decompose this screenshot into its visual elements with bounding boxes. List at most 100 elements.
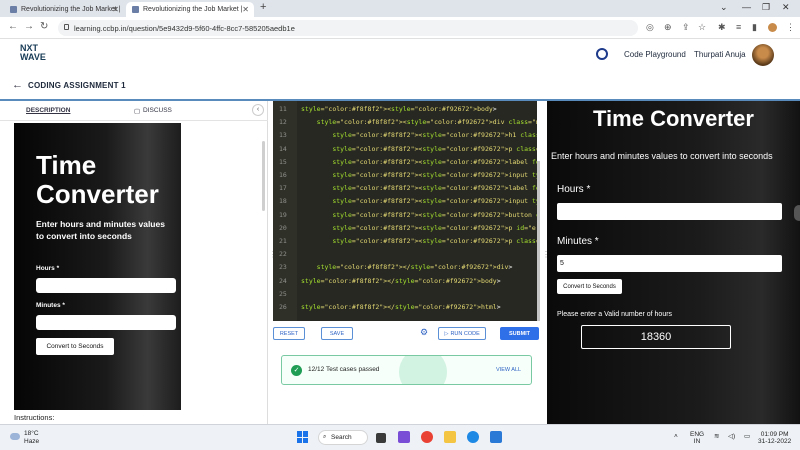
preview-minutes-input: [36, 315, 176, 330]
code-text: style="color:#f8f8f2"><style="color:#f92…: [332, 157, 537, 166]
google-lens-icon[interactable]: ◎: [646, 22, 654, 33]
browser-tab-active[interactable]: Revolutionizing the Job Market | ✕: [126, 2, 254, 17]
edge-icon[interactable]: [467, 431, 479, 443]
minutes-input[interactable]: 5: [557, 255, 782, 272]
tab-title: Revolutionizing the Job Market |: [21, 6, 121, 13]
teams-icon[interactable]: [398, 431, 410, 443]
extensions-icon[interactable]: ✱: [718, 22, 726, 33]
wifi-icon[interactable]: ≋: [714, 433, 719, 440]
site-header: NXT WAVE Code Playground Thurpati Anuja: [0, 39, 800, 71]
reload-icon[interactable]: ↻: [40, 21, 48, 32]
browser-tab[interactable]: Revolutionizing the Job Market | ✕: [4, 2, 124, 17]
windows-start-icon[interactable]: [297, 431, 309, 443]
tab-description[interactable]: DESCRIPTION: [26, 107, 70, 114]
back-icon[interactable]: ←: [8, 21, 18, 32]
share-icon[interactable]: ⇪: [682, 22, 690, 33]
forward-icon[interactable]: →: [24, 21, 34, 32]
assignment-bar: ← CODING ASSIGNMENT 1: [0, 71, 800, 101]
editor-column: 11 style="color:#f8f8f2"><style="color:#f…: [273, 101, 541, 424]
scrollbar[interactable]: [537, 161, 540, 321]
logo-bottom: WAVE: [20, 52, 46, 62]
code-line[interactable]: 22: [273, 250, 537, 262]
close-icon[interactable]: ✕: [112, 5, 119, 14]
code-line[interactable]: 13 style="color:#f8f8f2"><style="color:#…: [273, 131, 537, 143]
collapse-icon[interactable]: ‹: [252, 104, 264, 116]
code-editor[interactable]: 11 style="color:#f8f8f2"><style="color:#f…: [273, 101, 537, 321]
store-icon[interactable]: [490, 431, 502, 443]
code-line[interactable]: 23 style="color:#f8f8f2"></style="color:…: [273, 263, 537, 275]
run-code-button[interactable]: ▷ RUN CODE: [438, 327, 486, 340]
code-text: style="color:#f8f8f2"><style="color:#f92…: [332, 223, 537, 232]
submit-button[interactable]: SUBMIT: [500, 327, 539, 340]
zoom-icon[interactable]: ⊕: [664, 22, 672, 33]
close-icon[interactable]: ✕: [242, 5, 249, 14]
line-number: 12: [279, 118, 287, 127]
code-line[interactable]: 20 style="color:#f8f8f2"><style="color:#…: [273, 224, 537, 236]
scrollbar[interactable]: [262, 141, 265, 211]
code-line[interactable]: 18 style="color:#f8f8f2"><style="color:#…: [273, 197, 537, 209]
taskbar-search[interactable]: ⌕ Search: [318, 430, 368, 445]
code-line[interactable]: 26 style="color:#f8f8f2"></style="color:#…: [273, 303, 537, 315]
battery-icon[interactable]: ▭: [744, 433, 750, 440]
back-arrow-icon[interactable]: ←: [12, 79, 23, 91]
line-number: 16: [279, 171, 287, 179]
assignment-title: CODING ASSIGNMENT 1: [28, 81, 126, 90]
user-name[interactable]: Thurpati Anuja: [694, 50, 746, 59]
code-line[interactable]: 14 style="color:#f8f8f2"><style="color:#…: [273, 145, 537, 157]
chevron-up-icon[interactable]: ˄: [674, 433, 678, 440]
tab-discuss[interactable]: DISCUSS: [143, 107, 172, 114]
file-explorer-icon[interactable]: [444, 431, 456, 443]
hours-input[interactable]: [557, 203, 782, 220]
code-line[interactable]: 24 style="color:#f8f8f2"></style="color:#…: [273, 277, 537, 289]
maximize-icon[interactable]: ❐: [762, 2, 770, 13]
line-number: 13: [279, 131, 287, 140]
preview-heading: Time Converter: [36, 150, 159, 209]
code-line[interactable]: 12 style="color:#f8f8f2"><style="color:#…: [273, 118, 537, 130]
code-line[interactable]: 16 style="color:#f8f8f2"><style="color:#…: [273, 171, 537, 183]
minimize-icon[interactable]: —: [742, 2, 751, 12]
code-line[interactable]: 17 style="color:#f8f8f2"><style="color:#…: [273, 184, 537, 196]
code-playground-link[interactable]: Code Playground: [624, 50, 686, 59]
preview-para: Enter hours and minutes values to conver…: [36, 219, 165, 241]
chevron-down-icon[interactable]: ⌄: [720, 2, 728, 13]
chrome-icon[interactable]: [421, 431, 433, 443]
side-panel-icon[interactable]: ▮: [752, 22, 757, 33]
convert-button[interactable]: Convert to Seconds: [557, 279, 622, 294]
view-all-link[interactable]: VIEW ALL: [496, 367, 521, 373]
success-watermark-icon: [399, 356, 447, 384]
code-line[interactable]: 19 style="color:#f8f8f2"><style="color:#…: [273, 211, 537, 223]
error-message: Please enter a Valid number of hours: [557, 311, 673, 318]
star-icon[interactable]: ☆: [698, 22, 706, 33]
language-indicator[interactable]: ENG IN: [690, 431, 704, 445]
haze-icon: [10, 433, 20, 440]
line-number: 24: [279, 276, 287, 285]
close-window-icon[interactable]: ✕: [782, 2, 790, 13]
run-code-label: RUN CODE: [450, 330, 480, 337]
line-number: 14: [279, 144, 287, 153]
discuss-icon: ▢: [134, 108, 141, 115]
line-number: 25: [279, 289, 287, 298]
save-button[interactable]: SAVE: [321, 327, 353, 340]
task-view-icon[interactable]: [376, 433, 386, 443]
output-heading: Time Converter: [593, 106, 754, 131]
code-text: style="color:#f8f8f2"><style="color:#f92…: [332, 197, 537, 206]
profile-icon[interactable]: [768, 23, 777, 32]
code-line[interactable]: 25: [273, 290, 537, 302]
gear-icon[interactable]: ⚙: [420, 327, 428, 338]
code-line[interactable]: 21 style="color:#f8f8f2"><style="color:#…: [273, 237, 537, 249]
side-panel-toggle[interactable]: [794, 205, 800, 221]
nxtwave-logo[interactable]: NXT WAVE: [20, 44, 46, 62]
code-line[interactable]: 11 style="color:#f8f8f2"><style="color:#f…: [273, 105, 537, 117]
new-tab-icon[interactable]: +: [260, 1, 266, 13]
clock-time: 01:09 PM: [760, 431, 789, 438]
url-input[interactable]: learning.ccbp.in/question/5e9432d9-5f60-…: [58, 20, 638, 36]
reset-button[interactable]: RESET: [273, 327, 305, 340]
line-number: 11: [279, 105, 287, 113]
volume-icon[interactable]: ◁): [728, 433, 735, 440]
playground-icon[interactable]: [596, 48, 608, 60]
menu-dots-icon[interactable]: ⋮: [786, 22, 795, 33]
reading-list-icon[interactable]: ≡: [736, 22, 741, 32]
clock[interactable]: 01:09 PM 31-12-2022: [758, 431, 791, 445]
code-line[interactable]: 15 style="color:#f8f8f2"><style="color:#…: [273, 158, 537, 170]
avatar[interactable]: [752, 44, 774, 66]
